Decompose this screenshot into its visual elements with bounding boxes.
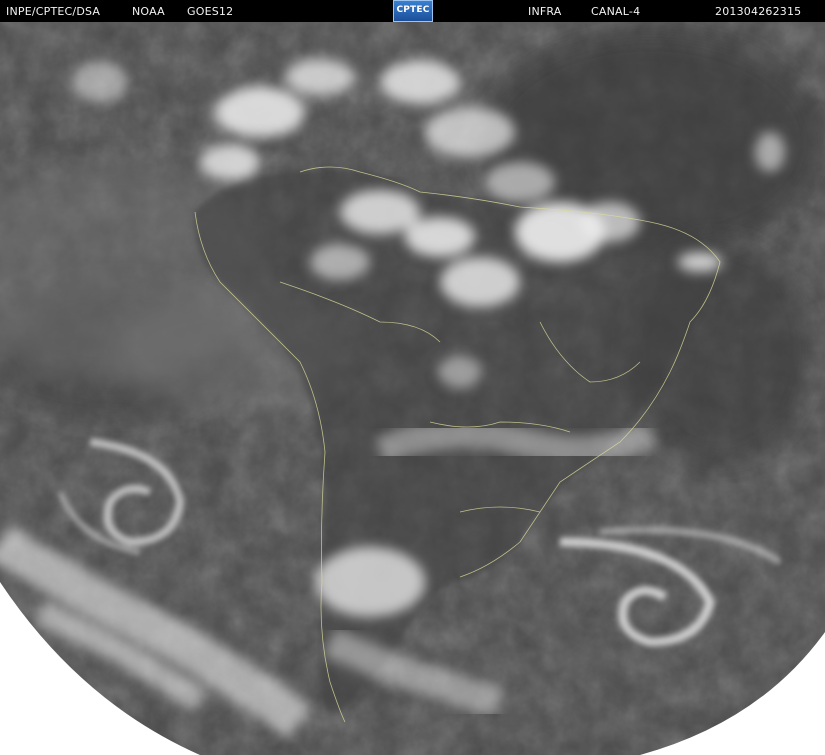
satellite-label: GOES12 — [187, 5, 234, 18]
provider-label: NOAA — [132, 5, 165, 18]
channel-label: CANAL-4 — [591, 5, 641, 18]
satellite-image — [0, 22, 825, 755]
earth-disc — [0, 22, 825, 755]
band-label: INFRA — [528, 5, 562, 18]
agency-label: INPE/CPTEC/DSA — [6, 5, 101, 18]
image-header-bar: INPE/CPTEC/DSA NOAA GOES12 CPTEC INFRA C… — [0, 0, 825, 22]
cptec-logo: CPTEC — [393, 0, 433, 22]
timestamp-label: 201304262315 — [715, 5, 802, 18]
